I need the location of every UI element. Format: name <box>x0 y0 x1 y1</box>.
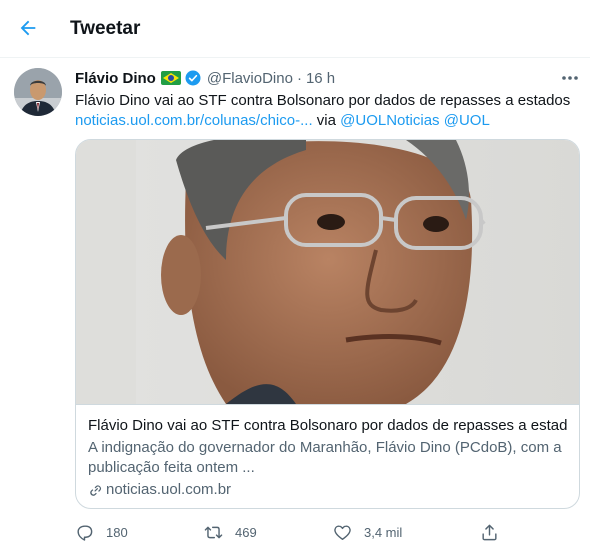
retweet-count: 469 <box>235 524 257 540</box>
article-link[interactable]: noticias.uol.com.br/colunas/chico-... <box>75 112 313 129</box>
reply-icon <box>77 524 93 541</box>
reply-button[interactable]: 180 <box>75 520 128 544</box>
via-label: via <box>316 112 336 129</box>
tweet-links-line: noticias.uol.com.br/colunas/chico-... vi… <box>75 111 580 131</box>
retweet-button[interactable]: 469 <box>204 520 257 544</box>
like-count: 3,4 mil <box>364 524 403 540</box>
more-options-button[interactable] <box>556 68 584 88</box>
tweet-time[interactable]: 16 h <box>306 70 335 87</box>
heart-icon <box>334 524 351 540</box>
card-title: Flávio Dino vai ao STF contra Bolsonaro … <box>88 417 567 434</box>
card-body: Flávio Dino vai ao STF contra Bolsonaro … <box>76 404 579 508</box>
card-image <box>76 140 579 404</box>
tweet-text: Flávio Dino vai ao STF contra Bolsonaro … <box>75 91 580 131</box>
top-bar: Tweetar <box>0 0 590 58</box>
tweet-actions: 180 469 3,4 mil <box>75 520 515 544</box>
page-title: Tweetar <box>70 18 141 39</box>
brazil-flag-emoji <box>160 71 181 85</box>
mention-uolnoticias[interactable]: @UOLNoticias <box>340 112 439 129</box>
like-button[interactable]: 3,4 mil <box>333 520 402 544</box>
link-preview-card[interactable]: Flávio Dino vai ao STF contra Bolsonaro … <box>75 139 580 509</box>
share-icon <box>482 524 497 540</box>
card-domain: noticias.uol.com.br <box>88 480 567 500</box>
more-dots-icon <box>562 76 578 80</box>
arrow-left-icon <box>20 20 36 36</box>
retweet-icon <box>204 526 223 538</box>
share-button[interactable] <box>480 520 499 544</box>
reply-count: 180 <box>106 524 128 540</box>
verified-badge-icon <box>184 69 202 87</box>
link-icon <box>90 485 101 496</box>
mention-uol[interactable]: @UOL <box>444 112 490 129</box>
card-description: A indignação do governador do Maranhão, … <box>88 439 562 476</box>
author-handle[interactable]: @FlavioDino <box>207 70 293 87</box>
author-name[interactable]: Flávio Dino <box>75 70 156 87</box>
tweet-header: Flávio Dino @FlavioDino · 16 h <box>75 68 335 88</box>
back-button[interactable] <box>10 10 46 46</box>
tweet-body: Flávio Dino vai ao STF contra Bolsonaro … <box>75 92 571 109</box>
avatar[interactable] <box>14 68 62 116</box>
card-domain-text: noticias.uol.com.br <box>106 481 232 498</box>
separator-dot: · <box>296 69 302 87</box>
